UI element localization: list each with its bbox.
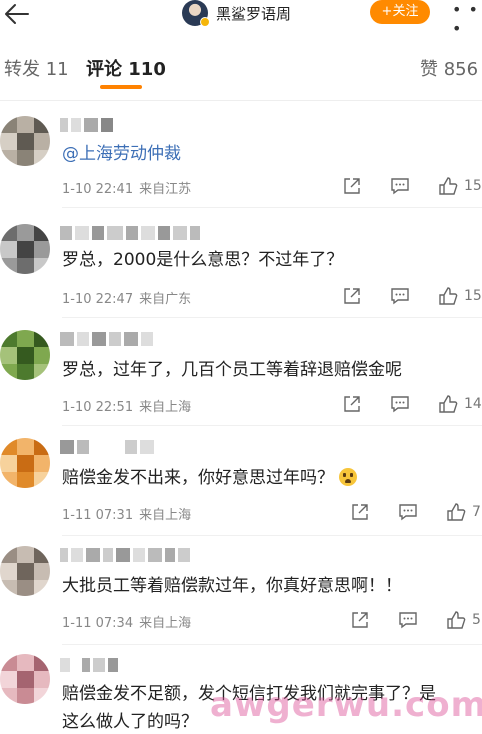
mention-link[interactable]: @上海劳动仲裁 — [62, 144, 181, 164]
avatar[interactable] — [0, 224, 50, 274]
pixelated-avatar — [0, 224, 50, 274]
verified-badge-icon — [200, 17, 210, 27]
username-blurred[interactable] — [60, 658, 121, 672]
like-count: 15 — [464, 178, 482, 194]
comment-meta: 1-10 22:51 来自上海 — [62, 396, 191, 415]
reply-icon[interactable] — [390, 176, 410, 196]
like-count: 15 — [464, 288, 482, 304]
comment-text: 罗总，2000是什么意思？不过年了？ — [62, 250, 344, 270]
active-tab-indicator — [100, 85, 142, 89]
comment-time: 1-10 22:47 — [62, 292, 134, 307]
pixelated-avatar — [0, 546, 50, 596]
tab-bar: 转发 11 评论 110 赞 856 — [0, 52, 482, 94]
follow-button[interactable]: +关注 — [370, 0, 430, 24]
comment-location: 来自上海 — [139, 400, 192, 415]
avatar[interactable] — [0, 116, 50, 166]
comment-text: @上海劳动仲裁 — [62, 140, 478, 168]
comment-meta: 1-11 07:34 来自上海 — [62, 612, 191, 631]
pixelated-avatar — [0, 438, 50, 488]
avatar[interactable] — [0, 654, 50, 704]
username-blurred[interactable] — [60, 332, 156, 346]
like-icon[interactable] — [438, 286, 458, 306]
tab-comments[interactable]: 评论 110 — [86, 55, 166, 81]
comment-text-content: 赔偿金发不出来，你好意思过年吗？ — [62, 468, 334, 488]
divider — [62, 317, 482, 318]
divider — [62, 425, 482, 426]
username-blurred[interactable] — [60, 118, 116, 132]
pixelated-avatar — [0, 330, 50, 380]
comment-time: 1-11 07:31 — [62, 508, 134, 523]
avatar[interactable] — [0, 438, 50, 488]
share-icon[interactable] — [350, 502, 370, 522]
username-blurred[interactable] — [60, 440, 157, 454]
pixelated-avatar — [0, 116, 50, 166]
comment-location: 来自上海 — [139, 508, 192, 523]
top-bar: 黑鲨罗语周 +关注 • • • — [0, 0, 482, 38]
comment-meta: 1-10 22:41 来自江苏 — [62, 178, 191, 197]
reply-icon[interactable] — [398, 502, 418, 522]
like-icon[interactable] — [438, 394, 458, 414]
pixelated-avatar — [0, 654, 50, 704]
reply-icon[interactable] — [390, 394, 410, 414]
username-blurred[interactable] — [60, 226, 203, 240]
username-blurred[interactable] — [60, 548, 193, 562]
divider — [62, 644, 482, 645]
comment-location: 来自上海 — [139, 616, 192, 631]
comment-text: 罗总，过年了，几百个员工等着辞退赔偿金呢 — [62, 360, 402, 380]
comment-time: 1-10 22:41 — [62, 182, 134, 197]
divider — [62, 207, 482, 208]
like-icon[interactable] — [446, 610, 466, 630]
back-arrow-icon[interactable] — [2, 2, 32, 26]
tab-likes[interactable]: 赞 856 — [420, 55, 478, 81]
avatar[interactable] — [0, 546, 50, 596]
like-count: 7 — [472, 504, 481, 520]
comment-text: 赔偿金发不出来，你好意思过年吗？ — [62, 464, 478, 492]
reply-icon[interactable] — [390, 286, 410, 306]
like-icon[interactable] — [438, 176, 458, 196]
divider — [62, 535, 482, 536]
comment-location: 来自广东 — [139, 292, 192, 307]
comment-meta: 1-10 22:47 来自广东 — [62, 288, 191, 307]
comment-location: 来自江苏 — [139, 182, 192, 197]
account-avatar[interactable] — [182, 0, 210, 27]
share-icon[interactable] — [342, 394, 362, 414]
like-count: 5 — [472, 612, 481, 628]
share-icon[interactable] — [342, 286, 362, 306]
watermark: awgerwu.com — [210, 685, 482, 725]
grimace-emoji-icon — [339, 468, 358, 486]
like-count: 14 — [464, 396, 482, 412]
like-icon[interactable] — [446, 502, 466, 522]
divider — [0, 100, 482, 101]
tab-reposts[interactable]: 转发 11 — [4, 55, 69, 81]
comment-meta: 1-11 07:31 来自上海 — [62, 504, 191, 523]
comment-time: 1-11 07:34 — [62, 616, 134, 631]
avatar[interactable] — [0, 330, 50, 380]
share-icon[interactable] — [342, 176, 362, 196]
more-options-icon[interactable]: • • • — [452, 0, 482, 38]
comment-text: 大批员工等着赔偿款过年，你真好意思啊！！ — [62, 576, 402, 596]
account-name[interactable]: 黑鲨罗语周 — [216, 3, 291, 24]
reply-icon[interactable] — [398, 610, 418, 630]
share-icon[interactable] — [350, 610, 370, 630]
comment-time: 1-10 22:51 — [62, 400, 134, 415]
